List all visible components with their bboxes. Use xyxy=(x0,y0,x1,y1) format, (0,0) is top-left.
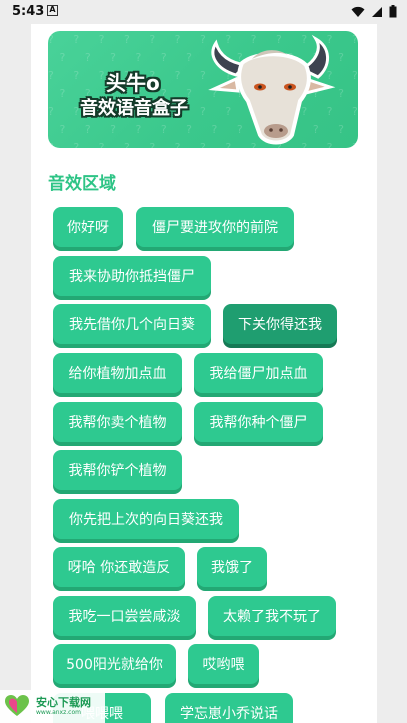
status-bar: 5:43 A xyxy=(0,0,407,24)
sound-button[interactable]: 我帮你铲个植物 xyxy=(53,450,182,490)
sound-button[interactable]: 我来协助你抵挡僵尸 xyxy=(53,256,211,296)
sound-button[interactable]: 我饿了 xyxy=(197,547,267,587)
sound-button[interactable]: 呀哈 你还敢造反 xyxy=(53,547,185,587)
banner-title: 头牛o xyxy=(106,71,160,95)
section-title: 音效区域 xyxy=(48,174,116,194)
watermark-name: 安心下载网 xyxy=(36,696,91,709)
watermark-url: www.anxz.com xyxy=(36,709,81,716)
sound-button[interactable]: 我帮你种个僵尸 xyxy=(194,402,323,442)
sound-button[interactable]: 哎哟喂 xyxy=(188,644,259,684)
goat-mascot-icon xyxy=(208,35,336,145)
sound-button[interactable]: 你好呀 xyxy=(53,207,123,247)
sound-button[interactable]: 我吃一口尝尝咸淡 xyxy=(53,596,196,636)
sound-button-active[interactable]: 下关你得还我 xyxy=(223,304,337,344)
watermark: 安心下载网 www.anxz.com xyxy=(0,690,105,723)
sound-button[interactable]: 学忘崽小乔说话 xyxy=(165,693,293,723)
banner-subtitle: 音效语音盒子 xyxy=(80,98,188,119)
sound-button[interactable]: 给你植物加点血 xyxy=(53,353,182,393)
content-card: ? ? ? ? ? ? ? ? ? ? ? ? ? ? ? ? ? ? ? ? … xyxy=(31,24,377,723)
sound-button[interactable]: 我先借你几个向日葵 xyxy=(53,304,211,344)
sound-button[interactable]: 我给僵尸加点血 xyxy=(194,353,323,393)
sound-button[interactable]: 我帮你卖个植物 xyxy=(53,402,182,442)
battery-icon xyxy=(389,5,397,18)
status-time: 5:43 xyxy=(12,4,45,19)
sound-button[interactable]: 僵尸要进攻你的前院 xyxy=(136,207,294,247)
heart-logo-icon xyxy=(5,695,29,716)
sound-button[interactable]: 太赖了我不玩了 xyxy=(208,596,336,636)
wifi-icon xyxy=(351,6,365,17)
sound-button[interactable]: 500阳光就给你 xyxy=(53,644,176,684)
signal-icon xyxy=(372,6,382,17)
header-banner: ? ? ? ? ? ? ? ? ? ? ? ? ? ? ? ? ? ? ? ? … xyxy=(48,31,358,148)
sound-button[interactable]: 你先把上次的向日葵还我 xyxy=(53,499,239,539)
app-notification-icon: A xyxy=(47,5,58,16)
